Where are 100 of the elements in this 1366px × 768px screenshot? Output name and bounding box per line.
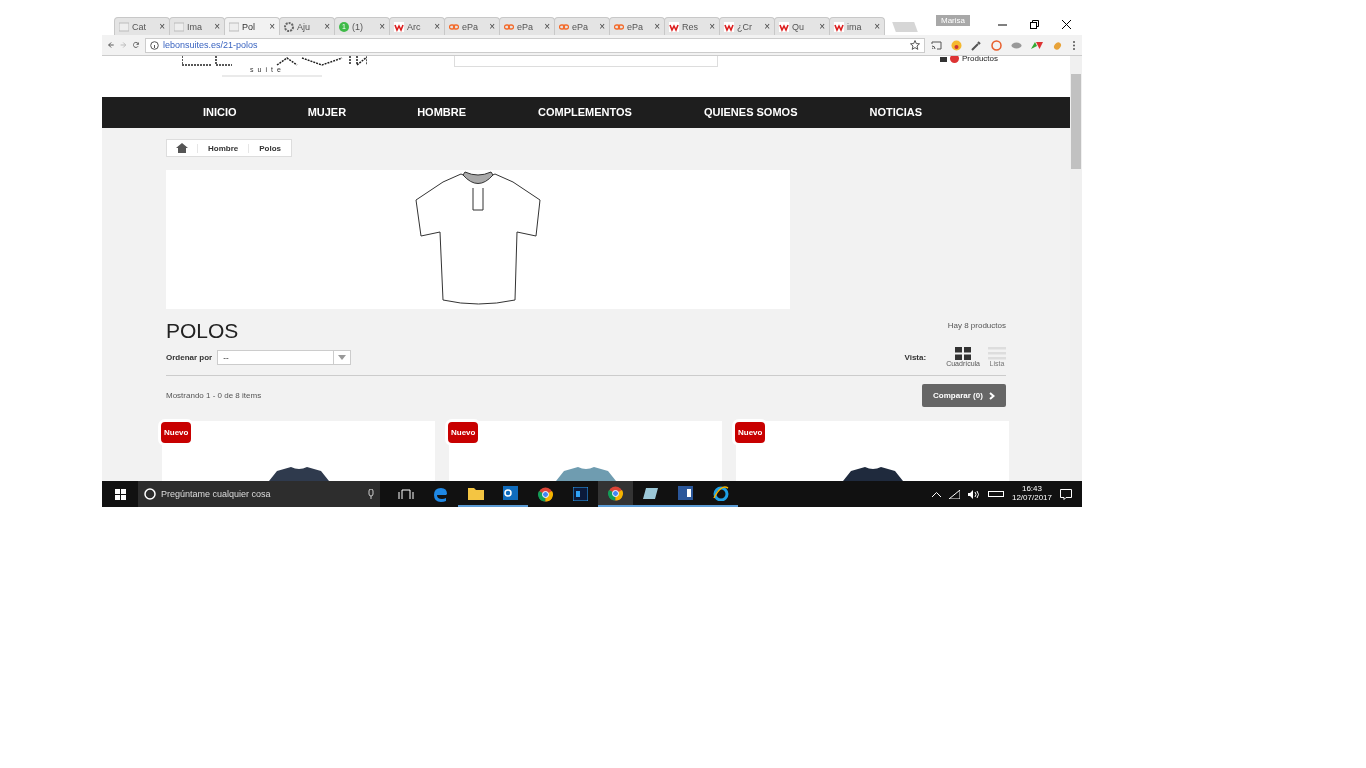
browser-tab[interactable]: ePa × [499,17,555,35]
close-icon[interactable] [1061,19,1071,29]
tab-title: ePa [572,21,589,32]
nav-link[interactable]: HOMBRE [417,106,467,119]
cart-label[interactable]: Productos [962,56,999,63]
category-title: POLOS [166,319,239,343]
circle-logo-icon[interactable] [991,39,1002,51]
close-icon[interactable]: × [819,21,825,32]
nav-link[interactable]: QUIENES SOMOS [703,106,798,119]
word-app-icon[interactable] [678,486,693,500]
w-logo-icon [834,21,844,32]
close-icon[interactable]: × [874,21,880,32]
view-label: Vista: [904,352,927,362]
notification-icon[interactable] [1060,488,1072,500]
windows-logo-icon[interactable] [114,488,126,500]
browser-tab[interactable]: ePa × [444,17,500,35]
breadcrumb-link[interactable]: Polos [248,143,291,153]
tab-title: Ima [187,21,203,32]
mail-app-icon[interactable] [503,486,518,500]
browser-tab[interactable]: Aju × [279,17,335,35]
triangle-icon[interactable] [1031,40,1043,50]
tab-title: Aju [297,21,311,32]
browser-tab[interactable]: ima × [829,17,885,35]
product-card[interactable] [449,421,722,481]
nav-link[interactable]: NOTICIAS [869,106,923,119]
tab-title: ePa [627,21,644,32]
browser-tab[interactable]: ePa × [554,17,610,35]
microphone-icon[interactable] [368,489,374,499]
chrome-icon[interactable] [538,486,553,502]
menu-icon[interactable] [1072,39,1076,51]
ps-app-icon[interactable] [573,487,588,501]
browser-tab[interactable]: Arc × [389,17,445,35]
page-icon [119,21,129,32]
close-icon[interactable]: × [324,21,330,32]
close-icon[interactable]: × [489,21,495,32]
close-icon[interactable]: × [269,21,275,32]
emoji-face-icon[interactable] [951,39,962,51]
close-icon[interactable]: × [434,21,440,32]
cast-icon[interactable] [931,40,942,50]
w-logo-icon [669,21,679,32]
browser-tab[interactable]: Qu × [774,17,830,35]
browser-tab[interactable]: Res × [664,17,720,35]
tab-title: Qu [792,21,805,32]
close-icon[interactable]: × [214,21,220,32]
taskbar-search-field[interactable]: Pregúntame cualquier cosa [138,481,380,507]
volume-icon[interactable] [967,489,980,499]
search-field[interactable] [454,56,718,67]
chain-link-icon [449,21,459,32]
nav-link[interactable]: MUJER [307,106,347,119]
browser-tab[interactable]: ¿Cr × [719,17,775,35]
restore-icon[interactable] [1029,19,1039,29]
tab-title: ePa [462,21,479,32]
close-icon[interactable]: × [599,21,605,32]
nav-link[interactable]: INICIO [203,106,237,119]
w-logo-icon [779,21,789,32]
edge-browser-icon[interactable] [433,486,448,502]
logo-drawing[interactable] [182,56,367,78]
notebook-icon[interactable] [642,486,659,500]
close-icon[interactable]: × [654,21,660,32]
gear-icon [284,21,294,32]
sort-dropdown[interactable]: -- [217,349,352,365]
nav-link[interactable]: COMPLEMENTOS [538,106,632,119]
breadcrumb-link[interactable]: Hombre [197,143,249,153]
close-icon[interactable]: × [764,21,770,32]
close-icon[interactable]: × [544,21,550,32]
compare-button[interactable]: Comparar (0) [922,384,1006,407]
taskbar-clock[interactable]: 16:43 12/07/2017 [1011,485,1052,503]
folder-icon[interactable] [467,486,484,500]
shirt-drawing [268,467,329,481]
browser-tab[interactable]: Cat × [114,17,170,35]
chevron-up-icon[interactable] [931,491,941,497]
eyedropper-icon[interactable] [971,39,982,51]
task-view-icon[interactable] [397,488,414,500]
browser-tab[interactable]: Ima × [169,17,225,35]
close-icon[interactable]: × [379,21,385,32]
product-count: Hay 8 productos [947,321,1006,330]
browser-tab[interactable]: ePa × [609,17,665,35]
page-icon [229,21,239,32]
cart-icon[interactable] [940,56,947,62]
close-icon[interactable]: × [159,21,165,32]
page-icon [174,21,184,32]
tab-title: Pol [242,21,256,32]
caret-icon [338,354,347,360]
shirt-drawing [842,467,903,481]
back-icon[interactable] [108,40,115,50]
star-icon[interactable] [910,40,920,50]
tab-title: Cat [132,21,147,32]
sort-label: Ordenar por [166,352,213,362]
chrome-icon[interactable] [608,485,623,501]
network-icon[interactable] [948,489,960,499]
w-logo-icon [724,21,734,32]
tab-title: (1) [352,21,364,32]
browser-tab[interactable]: Pol × [224,17,280,35]
internet-explorer-icon[interactable] [712,485,729,501]
product-card[interactable] [736,421,1009,481]
product-card[interactable] [162,421,435,481]
address-bar[interactable]: lebonsuites.es/21-polos [145,37,925,53]
reload-icon[interactable] [132,40,139,50]
battery-icon[interactable] [987,491,1004,497]
close-icon[interactable]: × [709,21,715,32]
